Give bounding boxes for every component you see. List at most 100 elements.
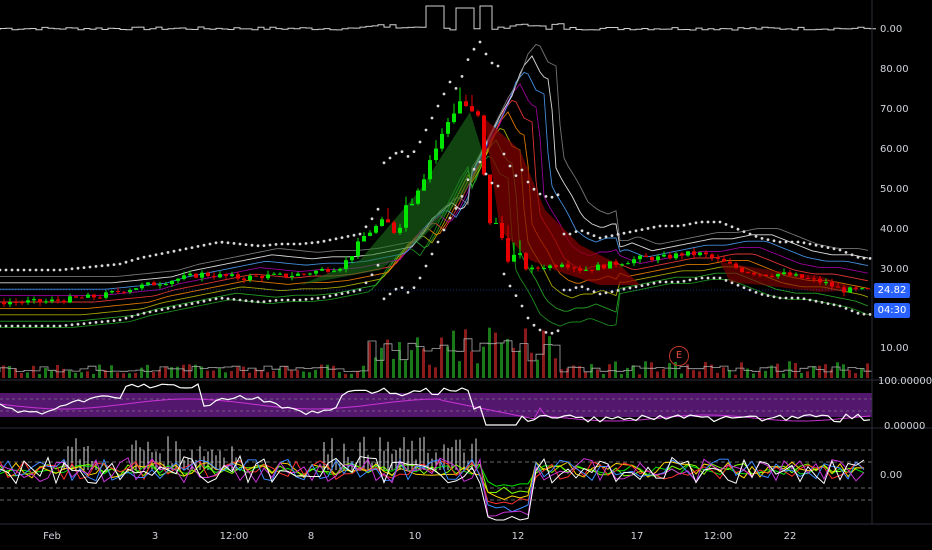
envelope-dot [280,298,284,302]
volume-bar [662,369,665,378]
candle-body [206,272,210,276]
candle-body [446,122,450,134]
envelope-dot [28,324,32,328]
candle-body [380,219,384,226]
earnings-marker[interactable]: E [669,346,689,366]
volume-bar [794,363,797,378]
envelope-dot [562,232,566,236]
envelope-dot [328,294,332,298]
candle-body [134,288,138,290]
envelope-dot [214,241,218,245]
envelope-dot [850,253,854,257]
envelope-dot [604,291,608,295]
volume-bar [248,372,251,378]
envelope-dot [340,236,344,240]
envelope-dot [166,251,170,254]
candle-body [38,299,42,303]
envelope-dot [34,268,38,272]
candle-body [362,236,366,242]
envelope-dot [784,240,788,244]
candle-body [644,255,648,257]
envelope-dot [190,302,194,305]
envelope-dot [496,64,500,68]
volume-bar [500,342,503,378]
volume-bar [338,372,341,378]
candle-body [824,282,828,284]
volume-bar [584,371,587,378]
envelope-dot [796,296,800,300]
volume-bar [50,370,53,378]
volume-bar [38,374,41,378]
envelope-dot [796,240,800,244]
envelope-dot [298,242,302,246]
candle-body [188,273,192,276]
envelope-dot [766,294,770,297]
candle-body [170,280,174,284]
envelope-dot [28,268,32,272]
candle-body [818,278,822,283]
envelope-dot [244,243,248,247]
candle-body [398,227,402,233]
envelope-dot [352,233,356,237]
envelope-dot [520,168,524,172]
candle-body [836,286,840,288]
volume-bar [326,364,329,378]
x-axis-label: 8 [307,531,315,542]
candle-body [590,269,594,271]
volume-bar [302,371,305,378]
envelope-dot [112,319,116,322]
candle-body [128,289,132,293]
volume-bar [536,359,539,378]
envelope-dot [82,266,86,269]
volume-bar [116,372,119,378]
envelope-dot [634,229,638,233]
volume-bar [8,366,11,378]
candle-body [26,300,30,303]
ema-line [0,43,869,277]
volume-bar [422,348,425,378]
candle-body [86,294,90,298]
envelope-dot [112,263,116,266]
envelope-dot [556,329,560,333]
volume-bar [26,372,29,378]
candle-body [626,263,630,265]
volume-oscillator-line [0,5,876,31]
candle-body [428,160,432,180]
envelope-dot [478,160,482,164]
volume-bar [86,371,89,378]
volume-bar [152,372,155,378]
envelope-dot [238,242,242,246]
envelope-dot [46,324,50,328]
envelope-dot [154,309,158,313]
candle-body [674,253,678,259]
volume-bar [488,327,491,378]
envelope-dot [778,240,782,244]
envelope-dot [472,167,476,171]
candle-body [686,251,690,256]
envelope-dot [478,40,482,44]
volume-bar [320,364,323,378]
envelope-dot [268,243,272,247]
volume-bar [854,373,857,378]
volume-bar [620,374,623,378]
candle-body [386,219,390,223]
candle-body [92,294,96,298]
envelope-dot [754,235,758,238]
countdown-tag: 04:30 [874,303,910,318]
candle-body [308,273,312,275]
envelope-dot [142,311,146,315]
candle-body [638,255,642,260]
envelope-dot [868,257,872,260]
envelope-dot [688,222,692,226]
envelope-dot [844,307,848,310]
envelope-dot [808,298,812,302]
envelope-dot [208,242,212,246]
candle-body [650,257,654,261]
price-chart[interactable] [0,0,932,550]
envelope-dot [694,277,698,281]
envelope-dot [592,234,596,238]
candle-body [494,223,498,224]
candle-body [614,261,618,265]
envelope-dot [766,238,770,242]
candle-body [656,256,660,261]
